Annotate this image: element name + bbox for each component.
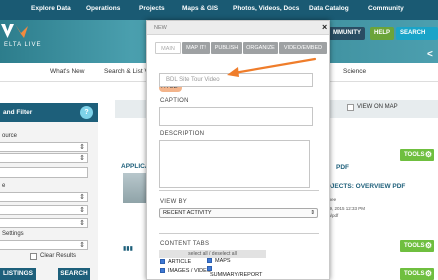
keyword-input[interactable] bbox=[0, 167, 88, 178]
tab-organize[interactable]: ORGANIZE bbox=[243, 42, 278, 54]
description-textarea[interactable] bbox=[159, 140, 310, 188]
tab-map-it[interactable]: MAP IT! bbox=[182, 42, 210, 54]
type-select[interactable]: ⇕ bbox=[0, 192, 88, 202]
subnav-science[interactable]: Science bbox=[343, 68, 366, 75]
filter-select[interactable]: ⇕ bbox=[0, 153, 88, 163]
logo-bird-icon bbox=[15, 24, 28, 38]
divider-2 bbox=[159, 233, 319, 234]
annotation-arrow-icon bbox=[227, 57, 317, 77]
nav-data-catalog[interactable]: Data Catalog bbox=[309, 5, 349, 12]
clear-results-checkbox[interactable] bbox=[30, 253, 37, 260]
settings-label: Settings bbox=[2, 231, 24, 237]
result-thumbnail[interactable] bbox=[123, 173, 147, 203]
help-icon[interactable]: ? bbox=[80, 106, 93, 119]
tools-button[interactable]: TOOLS ⚙ bbox=[400, 149, 434, 161]
back-arrow-icon[interactable]: < bbox=[427, 49, 433, 60]
community-button[interactable]: MMUNITY bbox=[329, 27, 365, 40]
select-all-toggle[interactable]: select all / deselect all bbox=[159, 250, 266, 258]
viewby-label: VIEW BY bbox=[160, 199, 188, 205]
logo-v-icon bbox=[1, 24, 14, 38]
source-select[interactable]: ⇕ bbox=[0, 142, 88, 152]
maps-checkbox[interactable] bbox=[207, 258, 212, 263]
gear-icon: ⚙ bbox=[424, 269, 432, 278]
view-on-map-checkbox[interactable] bbox=[347, 104, 354, 111]
dialog-title: NEW bbox=[154, 25, 167, 31]
images-video-checkbox[interactable] bbox=[160, 268, 165, 273]
divider bbox=[159, 190, 319, 191]
settings-select[interactable]: ⇕ bbox=[0, 240, 88, 250]
content-tabs-label: CONTENT TABS bbox=[160, 241, 210, 247]
chevron-down-icon: ⇕ bbox=[310, 210, 315, 216]
tools-label-2: TOOLS bbox=[404, 243, 425, 249]
help-button[interactable]: HELP bbox=[370, 27, 395, 40]
dialog-tabs: MAIN MAP IT! PUBLISH ORGANIZE VIDEO/EMBE… bbox=[155, 42, 327, 54]
type-label: e bbox=[2, 183, 6, 189]
viewby-value: RECENT ACTIVITY bbox=[163, 210, 212, 216]
tools-label-3: TOOLS bbox=[404, 271, 425, 277]
search-button-top[interactable]: SEARCH bbox=[396, 27, 438, 40]
tab-publish[interactable]: PUBLISH bbox=[211, 42, 242, 54]
logo-text: ELTA LIVE bbox=[4, 42, 42, 48]
subnav-search-list[interactable]: Search & List V bbox=[104, 68, 149, 75]
summary-report-checkbox[interactable] bbox=[207, 266, 212, 271]
people-icon: ▮▮▮ bbox=[123, 246, 133, 252]
view-on-map-label: VIEW ON MAP bbox=[357, 104, 398, 110]
nav-projects[interactable]: Projects bbox=[139, 5, 165, 12]
category-select[interactable]: ⇕ bbox=[0, 205, 88, 215]
summary-report-label: SUMMARY/REPORT bbox=[210, 272, 263, 278]
result-card-title-2[interactable]: PDF bbox=[336, 164, 349, 171]
top-navigation: Explore Data Operations Projects Maps & … bbox=[0, 0, 438, 20]
close-icon[interactable]: × bbox=[322, 22, 327, 32]
listings-button[interactable]: LISTINGS bbox=[0, 268, 36, 280]
viewby-select[interactable]: RECENT ACTIVITY ⇕ bbox=[159, 208, 318, 218]
gear-icon: ⚙ bbox=[424, 241, 432, 250]
caption-input[interactable] bbox=[159, 107, 313, 126]
gear-icon: ⚙ bbox=[424, 150, 432, 159]
result-card-title-3[interactable]: ROJECTS: OVERVIEW PDF bbox=[321, 183, 405, 190]
dialog-header: NEW × bbox=[147, 21, 329, 35]
tools-button-2[interactable]: TOOLS ⚙ bbox=[400, 240, 434, 252]
tab-main[interactable]: MAIN bbox=[155, 42, 181, 54]
nav-community[interactable]: Community bbox=[368, 5, 404, 12]
clear-results-label: Clear Results bbox=[40, 253, 77, 259]
nav-maps-gis[interactable]: Maps & GIS bbox=[182, 5, 218, 12]
maps-label: MAPS bbox=[215, 258, 231, 264]
subnav-whats-new[interactable]: What's New bbox=[50, 68, 84, 75]
article-checkbox[interactable] bbox=[160, 259, 165, 264]
caption-label: CAPTION bbox=[160, 98, 189, 104]
nav-photos-videos-docs[interactable]: Photos, Videos, Docs bbox=[233, 5, 299, 12]
title-input-value: BDL Site Tour Video bbox=[166, 77, 220, 83]
article-label: ARTICLE bbox=[168, 259, 192, 265]
description-label: DESCRIPTION bbox=[160, 131, 205, 137]
images-video-label: IMAGES / VIDEO bbox=[168, 268, 212, 274]
search-button[interactable]: SEARCH bbox=[58, 268, 90, 280]
tab-video-embed[interactable]: VIDEO/EMBED bbox=[279, 42, 327, 54]
nav-operations[interactable]: Operations bbox=[86, 5, 120, 12]
source-label: ource bbox=[2, 133, 18, 139]
nav-explore-data[interactable]: Explore Data bbox=[31, 5, 71, 12]
subcategory-select[interactable]: ⇕ bbox=[0, 218, 88, 228]
tools-button-3[interactable]: TOOLS ⚙ bbox=[400, 268, 434, 280]
tools-label: TOOLS bbox=[404, 152, 425, 158]
